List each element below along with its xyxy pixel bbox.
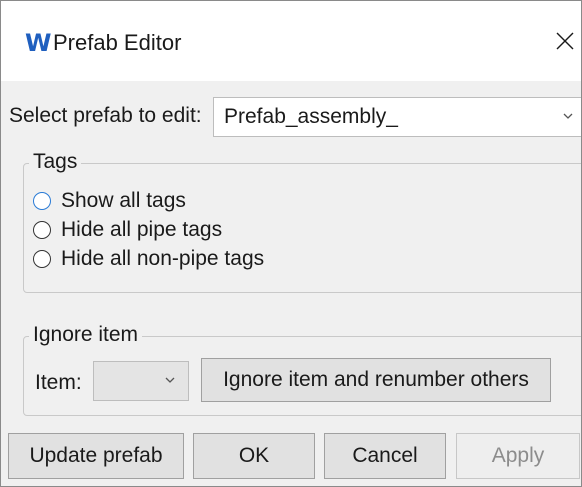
item-select[interactable] xyxy=(93,361,189,401)
title-bar: W Prefab Editor xyxy=(1,1,581,81)
radio-hide-pipe-tags[interactable]: Hide all pipe tags xyxy=(33,216,222,244)
radio-label: Show all tags xyxy=(61,189,186,212)
radio-circle-icon xyxy=(33,192,51,210)
radio-label: Hide all non-pipe tags xyxy=(61,247,265,270)
radio-hide-non-pipe-tags[interactable]: Hide all non-pipe tags xyxy=(33,245,264,273)
update-prefab-button[interactable]: Update prefab xyxy=(8,433,184,479)
prefab-select-value: Prefab_assembly_ xyxy=(224,105,398,128)
chevron-down-icon xyxy=(563,113,573,119)
prefab-editor-dialog: W Prefab Editor Select prefab to edit: P… xyxy=(0,0,582,487)
app-logo-icon: W xyxy=(25,29,52,57)
ignore-and-renumber-button[interactable]: Ignore item and renumber others xyxy=(201,358,551,402)
chevron-down-icon xyxy=(165,377,175,383)
apply-button[interactable]: Apply xyxy=(456,433,580,479)
radio-label: Hide all pipe tags xyxy=(61,218,223,241)
select-prefab-label: Select prefab to edit: xyxy=(9,104,202,127)
radio-circle-icon xyxy=(33,221,51,239)
ignore-item-group-legend: Ignore item xyxy=(29,322,143,348)
prefab-select[interactable]: Prefab_assembly_ xyxy=(213,97,581,137)
radio-show-all-tags[interactable]: Show all tags xyxy=(33,187,186,215)
radio-circle-icon xyxy=(33,250,51,268)
ok-button[interactable]: OK xyxy=(193,433,315,479)
close-icon xyxy=(556,32,574,50)
close-button[interactable] xyxy=(549,23,581,59)
cancel-button[interactable]: Cancel xyxy=(324,433,446,479)
item-label: Item: xyxy=(35,371,82,394)
tags-group-legend: Tags xyxy=(29,149,82,175)
window-title: Prefab Editor xyxy=(53,30,182,55)
